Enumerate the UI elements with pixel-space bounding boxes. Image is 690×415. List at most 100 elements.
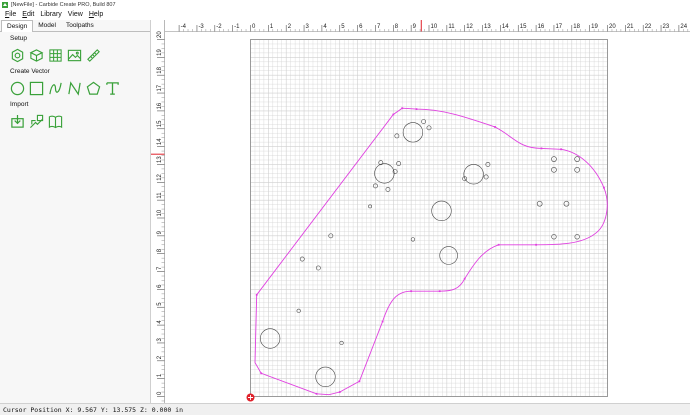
hole-circle — [385, 187, 391, 192]
menu-bar: File Edit Library View Help — [0, 9, 690, 20]
ruler-x-label: 19 — [591, 24, 598, 30]
setup-tools — [10, 46, 150, 65]
window-title: [NewFile] - Carbide Create PRO, Build 80… — [11, 1, 116, 8]
cursor-position-readout: Cursor Position X: 9.567 Y: 13.575 Z: 0.… — [3, 405, 184, 414]
section-setup-heading: Setup — [10, 35, 27, 42]
hole-circle — [392, 169, 398, 174]
outline-node — [410, 290, 413, 293]
library-icon[interactable] — [48, 114, 63, 129]
ruler-y-label: 13 — [157, 156, 163, 163]
import-file-icon[interactable] — [10, 114, 25, 129]
ruler-y-label: 16 — [157, 102, 163, 109]
hole-circle — [296, 308, 301, 313]
image-icon[interactable] — [67, 48, 82, 63]
menu-edit[interactable]: Edit — [21, 11, 35, 18]
vector-tools — [10, 79, 150, 98]
title-bar: [NewFile] - Carbide Create PRO, Build 80… — [0, 0, 690, 9]
ruler-y-label: 17 — [157, 84, 163, 91]
outline-node — [381, 320, 384, 323]
hole-circle — [299, 256, 305, 262]
polygon-icon[interactable] — [86, 81, 101, 96]
outline-node — [260, 372, 263, 375]
import-tools — [10, 112, 150, 131]
outline-node — [392, 113, 395, 116]
menu-file[interactable]: File — [4, 11, 17, 18]
job-setup-icon[interactable] — [10, 48, 25, 63]
import-image-icon[interactable] — [29, 114, 44, 129]
hole-circle — [396, 161, 402, 166]
design-canvas-area[interactable]: -4 -3 -2 -1 0 1 2 3 4 5 6 7 8 9 10 11 12 13 14 15 16 17 18 19 20… — [151, 20, 690, 403]
ruler-x-label: -1 — [234, 24, 240, 30]
outline-node — [338, 391, 341, 393]
menu-help[interactable]: Help — [88, 11, 104, 18]
text-icon[interactable] — [105, 81, 120, 96]
hole-circle — [574, 156, 580, 162]
stock-setup-icon[interactable] — [29, 48, 44, 63]
ruler-x-label: 17 — [555, 24, 562, 30]
polyline-icon[interactable] — [67, 81, 82, 96]
rectangle-icon[interactable] — [29, 81, 44, 96]
ruler-x-label: 18 — [573, 24, 580, 30]
ruler-x-label: 13 — [484, 24, 491, 30]
outline-node — [401, 107, 404, 110]
outline-node — [315, 392, 318, 395]
design-canvas[interactable]: -4 -3 -2 -1 0 1 2 3 4 5 6 7 8 9 10 11 12 13 14 15 16 17 18 19 20… — [151, 20, 690, 403]
section-create-vector-heading: Create Vector — [10, 68, 50, 75]
menu-view[interactable]: View — [67, 11, 84, 18]
ruler-y-label: 15 — [157, 120, 163, 127]
outline-node — [603, 186, 605, 189]
app-logo-icon — [2, 1, 8, 8]
ruler-x-label: 14 — [502, 24, 509, 30]
ruler-x-label: 20 — [609, 24, 616, 30]
outline-node — [540, 147, 543, 150]
status-bar: Cursor Position X: 9.567 Y: 13.575 Z: 0.… — [0, 403, 690, 415]
ruler-x-label: -3 — [198, 24, 204, 30]
ruler-x-label: 16 — [538, 24, 545, 30]
part-geometry — [254, 107, 608, 396]
outline-node — [463, 277, 466, 280]
outline-node — [497, 243, 500, 246]
circle-icon[interactable] — [10, 81, 25, 96]
ruler-x-label: 22 — [645, 24, 652, 30]
hole-circle — [402, 122, 424, 143]
ruler-x-label: -4 — [181, 24, 187, 30]
hole-circle — [368, 204, 372, 209]
ruler-x-label: 23 — [663, 24, 670, 30]
hole-circle — [483, 174, 489, 180]
outline-node — [535, 243, 537, 246]
ruler-x-label: 24 — [680, 24, 687, 30]
ruler-y-label: 18 — [157, 66, 163, 73]
outline-node — [358, 380, 361, 383]
menu-library[interactable]: Library — [39, 11, 62, 18]
hole-circle — [394, 133, 400, 139]
ruler-x-label: 12 — [466, 24, 473, 30]
outline-node — [415, 108, 418, 111]
hole-circle — [315, 265, 321, 271]
ruler-x-label: 21 — [627, 24, 634, 30]
ruler-y-label: 10 — [157, 209, 163, 216]
tab-design[interactable]: Design — [1, 20, 34, 32]
ruler-x-label: 15 — [520, 24, 527, 30]
hole-circle — [536, 200, 543, 207]
stock-grid — [250, 39, 608, 397]
design-panel: Design Model Toolpaths Setup Create Vect… — [0, 20, 151, 403]
outline-node — [438, 290, 441, 293]
panel-tabs: Design Model Toolpaths — [0, 20, 150, 32]
hole-circle — [563, 200, 570, 207]
hole-circle — [315, 366, 336, 387]
curve-icon[interactable] — [48, 81, 63, 96]
ruler-x-label: -2 — [216, 24, 222, 30]
ruler-y-label: 11 — [157, 192, 163, 199]
measure-icon[interactable] — [86, 48, 101, 63]
origin-marker — [246, 393, 255, 402]
outline-node — [560, 148, 562, 151]
outline-node — [255, 293, 258, 296]
tab-toolpaths[interactable]: Toolpaths — [61, 20, 99, 31]
tab-model[interactable]: Model — [33, 20, 61, 31]
hole-circle — [410, 237, 416, 242]
ruler-y-label: 19 — [157, 49, 163, 56]
ruler-y-label: 14 — [157, 138, 163, 145]
ruler-y-label: 20 — [157, 31, 163, 38]
grid-icon[interactable] — [48, 48, 63, 63]
section-import-heading: Import — [10, 101, 29, 108]
